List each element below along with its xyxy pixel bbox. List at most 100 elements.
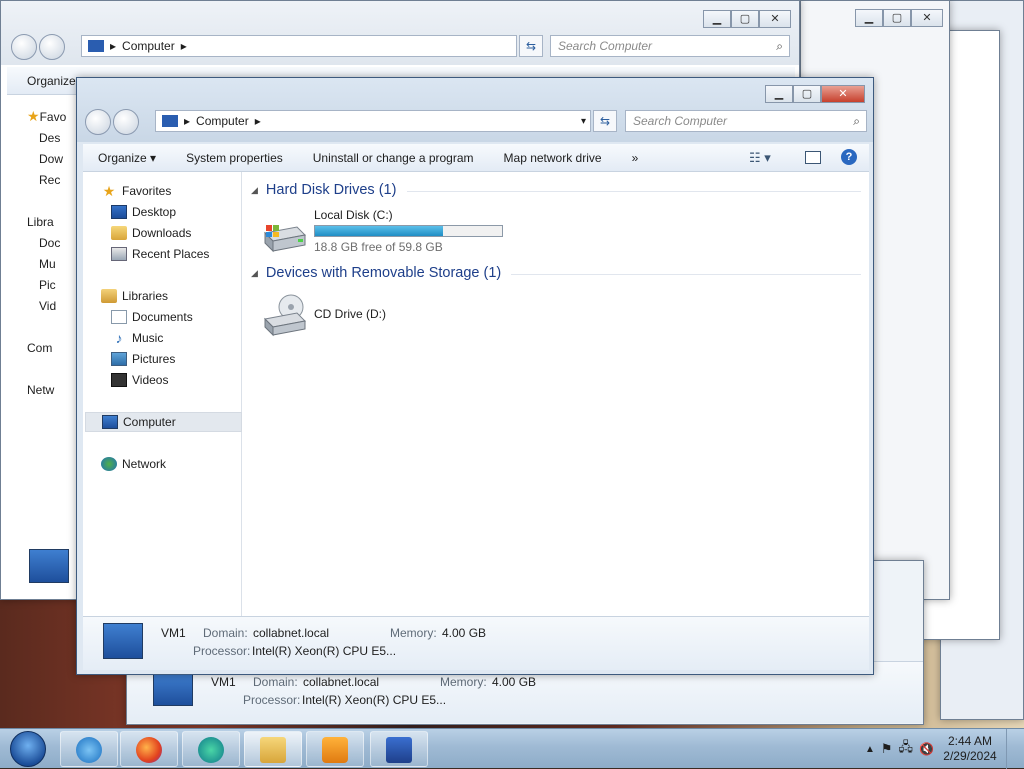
- close-button[interactable]: ✕: [821, 85, 865, 103]
- maximize-button[interactable]: ▢: [883, 9, 911, 27]
- taskbar-app-green[interactable]: [182, 731, 240, 767]
- sidebar-item-downloads[interactable]: Downloads: [111, 223, 268, 243]
- taskbar-media-player[interactable]: [306, 731, 364, 767]
- collapse-triangle-icon[interactable]: ◢: [251, 268, 258, 279]
- computer-icon: [88, 40, 104, 52]
- computer-icon: [153, 672, 193, 706]
- section-header-hard-disk-drives[interactable]: ◢ Hard Disk Drives (1): [251, 182, 396, 198]
- help-icon[interactable]: ?: [841, 149, 857, 165]
- sidebar-item-recent-places[interactable]: Recent Places: [111, 244, 268, 264]
- computer-explorer-window[interactable]: ▁ ▢ ✕ ▸ Computer ▸ ▾ ⇆ Search Computer ⌕…: [76, 77, 874, 675]
- details-processor-label: Processor:: [193, 644, 251, 658]
- sidebar-item-pictures[interactable]: Pictures: [111, 349, 268, 369]
- nav-fragment-downloads[interactable]: Dow: [39, 152, 63, 166]
- details-domain: collabnet.local: [303, 675, 380, 689]
- refresh-button[interactable]: ⇆: [519, 35, 543, 57]
- sidebar-item-music[interactable]: ♪ Music: [111, 328, 268, 348]
- nav-fragment-documents[interactable]: Doc: [39, 236, 60, 250]
- taskbar-task-app[interactable]: [370, 731, 428, 767]
- maximize-button[interactable]: ▢: [731, 10, 759, 28]
- cd-drive-icon[interactable]: [261, 293, 307, 337]
- details-memory: 4.00 GB: [442, 626, 487, 640]
- drive-c-name[interactable]: Local Disk (C:): [314, 208, 393, 222]
- sidebar-item-libraries[interactable]: Libraries: [101, 286, 258, 306]
- organize-button[interactable]: Organize: [27, 74, 76, 88]
- windows-logo-icon: [10, 731, 46, 767]
- computer-icon: [102, 415, 118, 429]
- address-bar[interactable]: ▸ Computer ▸ ▾: [155, 110, 591, 132]
- search-input[interactable]: Search Computer ⌕: [550, 35, 790, 57]
- network-globe-icon: [101, 457, 117, 471]
- clock[interactable]: 2:44 AM 2/29/2024: [940, 734, 1000, 764]
- minimize-button[interactable]: ▁: [855, 9, 883, 27]
- volume-muted-icon[interactable]: 🔇: [919, 742, 934, 756]
- minimize-button[interactable]: ▁: [703, 10, 731, 28]
- chevron-right-icon: ▸: [254, 114, 261, 128]
- documents-icon: [111, 310, 127, 324]
- forward-button[interactable]: [39, 34, 65, 60]
- section-header-removable-storage[interactable]: ◢ Devices with Removable Storage (1): [251, 265, 501, 281]
- details-name: VM1: [161, 626, 186, 640]
- system-properties-button[interactable]: System properties: [171, 151, 298, 165]
- media-player-icon: [322, 737, 348, 763]
- details-domain: collabnet.local: [253, 626, 330, 640]
- sidebar-item-label: Computer: [123, 415, 176, 429]
- details-processor-label: Processor:: [243, 693, 301, 707]
- nav-fragment-network[interactable]: Netw: [27, 383, 54, 397]
- sidebar-item-videos[interactable]: Videos: [111, 370, 268, 390]
- nav-fragment-computer[interactable]: Com: [27, 341, 52, 355]
- nav-fragment-pictures[interactable]: Pic: [39, 278, 56, 292]
- show-hidden-icons-icon[interactable]: ▲: [865, 744, 875, 755]
- chevron-down-icon[interactable]: ▾: [581, 116, 586, 127]
- sidebar-item-label: Desktop: [132, 205, 177, 219]
- nav-fragment-videos[interactable]: Vid: [39, 299, 56, 313]
- map-network-drive-button[interactable]: Map network drive: [489, 151, 617, 165]
- close-button[interactable]: ✕: [911, 9, 943, 27]
- nav-fragment-favorites[interactable]: ★Favo: [27, 109, 66, 124]
- close-button[interactable]: ✕: [759, 10, 791, 28]
- navigation-pane: ★ Favorites Desktop Downloads Recent Pla…: [83, 172, 242, 616]
- more-commands-button[interactable]: »: [617, 151, 654, 165]
- search-input[interactable]: Search Computer ⌕: [625, 110, 867, 132]
- nav-fragment-recent[interactable]: Rec: [39, 173, 60, 187]
- taskbar-firefox[interactable]: [120, 731, 178, 767]
- preview-pane-icon[interactable]: [805, 151, 821, 164]
- drive-c-usage-fill: [315, 226, 444, 236]
- search-placeholder: Search Computer: [558, 39, 653, 53]
- nav-fragment-libraries[interactable]: Libra: [27, 215, 54, 229]
- collapse-triangle-icon[interactable]: ◢: [251, 185, 258, 196]
- system-tray: ▲ ⚑ 🖧 🔇 2:44 AM 2/29/2024: [865, 729, 1018, 769]
- back-button[interactable]: [85, 109, 111, 135]
- sidebar-item-computer[interactable]: Computer: [85, 412, 242, 432]
- pictures-icon: [111, 352, 127, 366]
- refresh-button[interactable]: ⇆: [593, 110, 617, 132]
- star-icon: ★: [102, 183, 116, 199]
- show-desktop-button[interactable]: [1006, 729, 1018, 769]
- drive-d-name[interactable]: CD Drive (D:): [314, 307, 386, 321]
- network-icon[interactable]: 🖧: [899, 738, 914, 760]
- organize-button[interactable]: Organize ▾: [83, 151, 171, 165]
- address-bar[interactable]: ▸ Computer ▸: [81, 35, 517, 57]
- nav-fragment-music[interactable]: Mu: [39, 257, 56, 271]
- sidebar-item-favorites[interactable]: ★ Favorites: [101, 181, 258, 201]
- details-memory-label: Memory:: [440, 675, 487, 689]
- taskbar-internet-explorer[interactable]: [60, 731, 118, 767]
- maximize-button[interactable]: ▢: [793, 85, 821, 103]
- search-placeholder: Search Computer: [633, 114, 728, 128]
- back-button[interactable]: [11, 34, 37, 60]
- action-center-flag-icon[interactable]: ⚑: [881, 741, 893, 757]
- view-options-icon[interactable]: ☷ ▾: [749, 150, 771, 166]
- music-note-icon: ♪: [115, 330, 123, 346]
- taskbar-windows-explorer[interactable]: [244, 731, 302, 767]
- sidebar-item-desktop[interactable]: Desktop: [111, 202, 268, 222]
- sidebar-item-documents[interactable]: Documents: [111, 307, 268, 327]
- nav-fragment-desktop[interactable]: Des: [39, 131, 60, 145]
- hard-disk-drive-icon[interactable]: [261, 221, 307, 255]
- checkmark-app-icon: [386, 737, 412, 763]
- folder-icon: [260, 737, 286, 763]
- minimize-button[interactable]: ▁: [765, 85, 793, 103]
- sidebar-item-network[interactable]: Network: [101, 454, 258, 474]
- forward-button[interactable]: [113, 109, 139, 135]
- start-button[interactable]: [2, 729, 56, 769]
- uninstall-program-button[interactable]: Uninstall or change a program: [298, 151, 489, 165]
